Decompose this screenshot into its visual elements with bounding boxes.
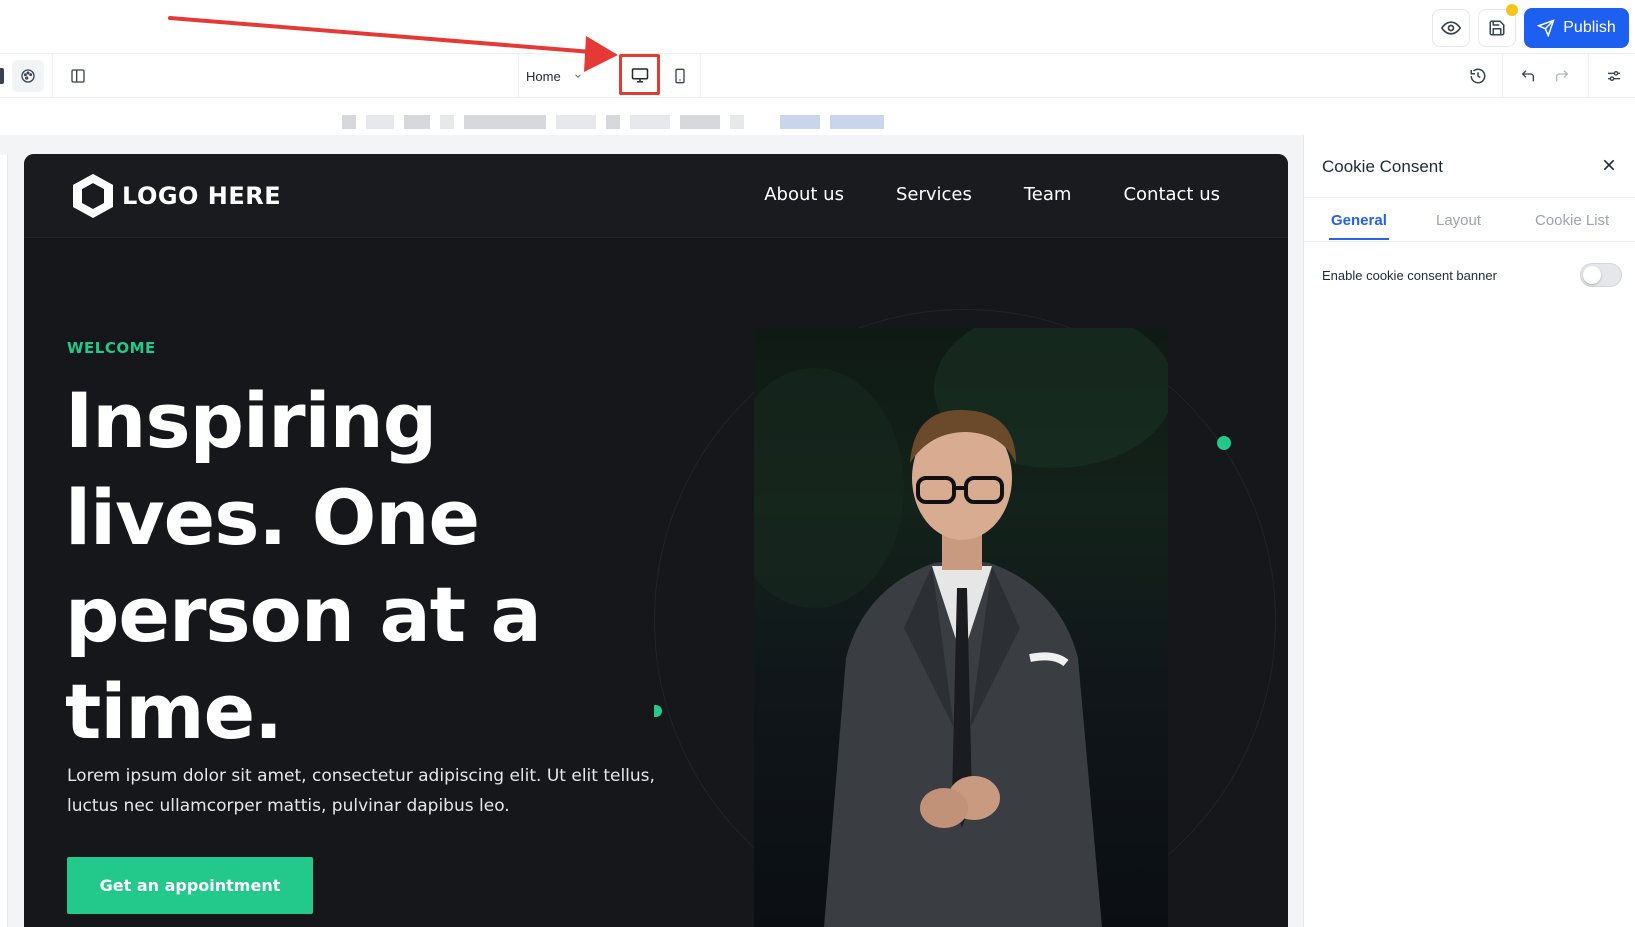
blurred-text <box>630 115 670 129</box>
decorative-dot <box>1217 436 1231 450</box>
sliders-icon <box>1608 71 1620 81</box>
editor-canvas: LOGO HERE About us Services Team Contact… <box>0 135 1303 927</box>
cookie-banner-setting: Enable cookie consent banner <box>1322 263 1622 289</box>
nav-link-contact[interactable]: Contact us <box>1123 184 1220 205</box>
undo-button[interactable] <box>1512 60 1544 92</box>
close-panel-button[interactable] <box>1597 153 1621 177</box>
toggle-label: Enable cookie consent banner <box>1322 268 1497 283</box>
toolbar-divider <box>52 54 53 98</box>
chevron-down-icon <box>574 74 581 78</box>
tab-layout[interactable]: Layout <box>1436 212 1481 229</box>
columns-layout-icon <box>71 69 85 83</box>
logo-text: LOGO HERE <box>122 182 282 210</box>
blurred-text <box>440 115 454 129</box>
top-bar: Publish <box>0 0 1635 54</box>
panel-tabs: General Layout Cookie List <box>1304 198 1635 242</box>
toolbar-divider <box>1588 54 1589 98</box>
toggle-panels-button[interactable] <box>62 60 94 92</box>
eye-icon <box>1441 21 1461 35</box>
cookie-consent-panel: Cookie Consent General Layout Cookie Lis… <box>1303 135 1635 927</box>
preview-button[interactable] <box>1432 9 1470 47</box>
send-icon <box>1537 19 1555 37</box>
close-icon <box>1603 159 1615 171</box>
toggle-knob <box>1583 266 1601 284</box>
redo-button[interactable] <box>1546 60 1578 92</box>
blurred-text <box>366 115 394 129</box>
page-selector-value: Home <box>526 68 561 84</box>
mobile-phone-icon <box>675 68 685 84</box>
tab-cookie-list[interactable]: Cookie List <box>1535 212 1609 229</box>
toolbar-divider <box>1502 54 1503 98</box>
palette-icon <box>21 69 35 83</box>
publish-label: Publish <box>1563 19 1616 36</box>
desktop-monitor-icon <box>631 67 648 82</box>
person-in-suit-illustration <box>754 328 1168 927</box>
floppy-disk-icon <box>1489 20 1505 36</box>
blurred-text <box>780 115 820 129</box>
unsaved-changes-dot <box>1506 4 1518 16</box>
nav-link-about[interactable]: About us <box>764 184 844 205</box>
blurred-text <box>342 115 356 129</box>
blurred-text <box>606 115 620 129</box>
page-builder-app: Publish Home LOGO HERE About us Services… <box>0 0 1635 927</box>
nav-link-team[interactable]: Team <box>1024 184 1072 205</box>
device-desktop-button[interactable] <box>619 54 660 95</box>
publish-button[interactable]: Publish <box>1524 8 1629 48</box>
toolbar-divider <box>700 54 701 98</box>
device-mobile-button[interactable] <box>666 62 694 90</box>
revision-history-button[interactable] <box>1462 60 1494 92</box>
history-clock-icon <box>1470 68 1486 84</box>
blurred-text <box>464 115 546 129</box>
redo-icon <box>1556 70 1569 82</box>
blurred-text <box>556 115 596 129</box>
tab-general[interactable]: General <box>1329 212 1389 240</box>
blurred-text <box>404 115 430 129</box>
nav-link-services[interactable]: Services <box>896 184 972 205</box>
hero-title: Inspiring lives. One person at a time. <box>65 376 542 756</box>
hexagon-logo-icon <box>73 174 113 218</box>
enable-cookie-banner-toggle[interactable] <box>1580 263 1622 287</box>
collapsed-sidebar-edge[interactable] <box>0 68 4 84</box>
site-nav: About us Services Team Contact us <box>764 184 1220 205</box>
hero-portrait-photo[interactable] <box>754 328 1168 927</box>
hero-kicker: WELCOME <box>67 339 156 357</box>
theme-palette-button[interactable] <box>12 60 44 92</box>
blurred-text <box>830 115 884 129</box>
blurred-breadcrumb <box>342 115 894 129</box>
editor-toolbar: Home <box>0 54 1635 98</box>
get-appointment-button[interactable]: Get an appointment <box>67 857 313 914</box>
blurred-text <box>680 115 720 129</box>
site-logo[interactable]: LOGO HERE <box>70 172 281 220</box>
site-header[interactable]: LOGO HERE About us Services Team Contact… <box>24 154 1288 238</box>
page-selector[interactable]: Home <box>526 64 583 88</box>
website-preview[interactable]: LOGO HERE About us Services Team Contact… <box>24 154 1288 927</box>
undo-icon <box>1521 70 1534 82</box>
decorative-dot <box>654 705 662 717</box>
toolbar-divider <box>518 54 519 98</box>
hero-description: Lorem ipsum dolor sit amet, consectetur … <box>67 766 655 816</box>
canvas-left-rail <box>0 155 8 927</box>
panel-title: Cookie Consent <box>1322 157 1443 176</box>
blurred-text <box>730 115 744 129</box>
editor-settings-button[interactable] <box>1598 60 1630 92</box>
